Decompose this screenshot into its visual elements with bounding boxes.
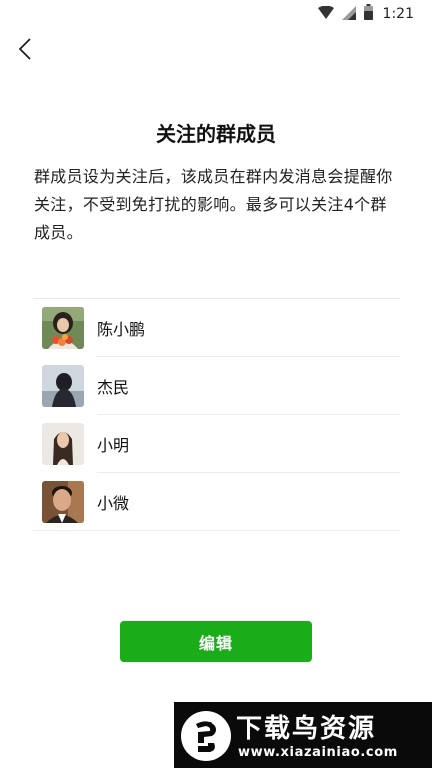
status-icons: 1:21 <box>317 4 414 24</box>
avatar-photo-woman-with-flowers <box>42 307 84 349</box>
member-name: 小明 <box>97 436 130 455</box>
status-bar: 1:21 <box>0 0 432 28</box>
member-list: 陈小鹏 杰民 小明 小微 <box>33 298 400 531</box>
watermark-banner: 下载鸟资源 www.xiazainiao.com <box>174 702 432 768</box>
watermark-title: 下载鸟资源 <box>236 714 377 744</box>
bird-logo-icon <box>180 710 232 762</box>
member-name: 杰民 <box>97 378 130 397</box>
wifi-icon <box>317 5 334 24</box>
back-button[interactable] <box>10 36 40 66</box>
member-row[interactable]: 小明 <box>33 415 400 473</box>
member-row[interactable]: 杰民 <box>33 357 400 415</box>
avatar-photo-smiling-man <box>42 481 84 523</box>
member-name: 陈小鹏 <box>97 320 146 339</box>
member-name: 小微 <box>97 494 130 513</box>
page-title: 关注的群成员 <box>156 122 276 146</box>
watermark-url: www.xiazainiao.com <box>238 745 398 760</box>
chevron-left-icon <box>18 38 32 64</box>
member-row[interactable]: 陈小鹏 <box>33 299 400 357</box>
signal-icon <box>341 5 356 24</box>
status-time: 1:21 <box>382 6 414 22</box>
avatar-photo-woman-long-hair <box>42 423 84 465</box>
page-description: 群成员设为关注后，该成员在群内发消息会提醒你关注，不受到免打扰的影响。最多可以关… <box>34 167 393 242</box>
edit-button[interactable]: 编辑 <box>120 621 312 662</box>
member-row[interactable]: 小微 <box>33 473 400 531</box>
avatar-photo-person-back-view <box>42 365 84 407</box>
row-divider <box>33 530 400 531</box>
battery-icon <box>363 4 373 24</box>
